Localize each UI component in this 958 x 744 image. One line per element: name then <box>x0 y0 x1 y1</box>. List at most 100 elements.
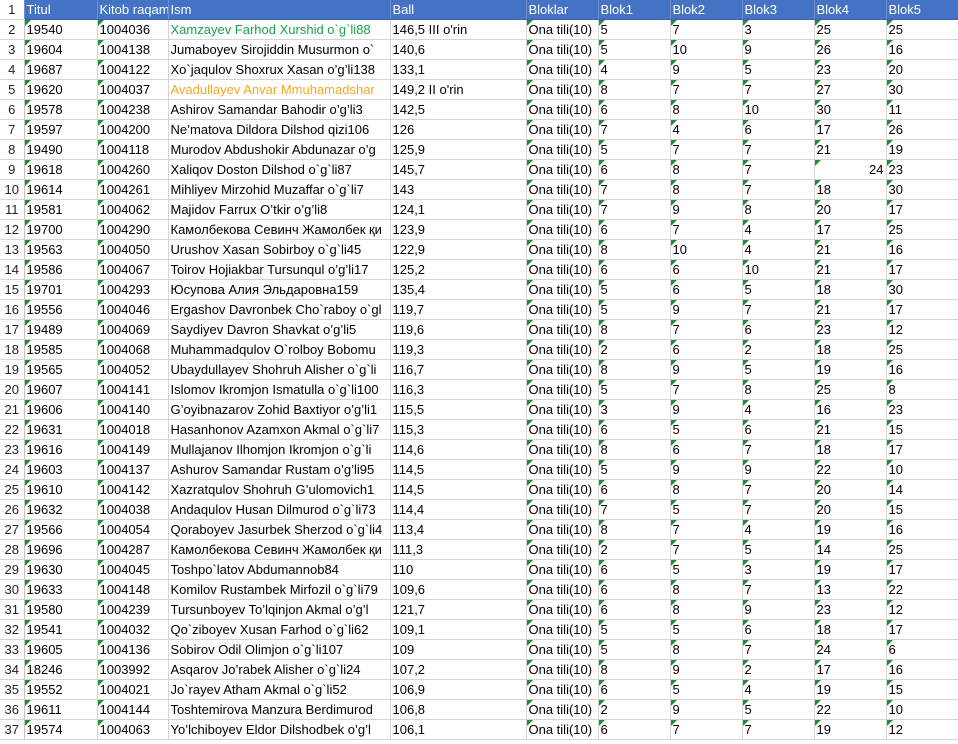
cell-blok1[interactable]: 7 <box>598 199 671 220</box>
cell-titul[interactable]: 19604 <box>24 39 98 60</box>
cell-ism[interactable]: Yo’lchiboyev Eldor Dilshodbek o’g’l <box>168 719 391 740</box>
cell-bloklar[interactable]: Ona tili(10) <box>526 539 599 560</box>
cell-blok1[interactable]: 7 <box>598 119 671 140</box>
cell-blok5[interactable]: 16 <box>886 519 958 540</box>
cell-blok5[interactable]: 22 <box>886 579 958 600</box>
cell-titul[interactable]: 19632 <box>24 499 98 520</box>
cell-bloklar[interactable]: Ona tili(10) <box>526 59 599 80</box>
row-number[interactable]: 24 <box>0 459 25 480</box>
cell-ball[interactable]: 146,5 III o'rin <box>390 19 527 40</box>
cell-ball[interactable]: 114,5 <box>390 479 527 500</box>
cell-bloklar[interactable]: Ona tili(10) <box>526 419 599 440</box>
cell-ism[interactable]: Ubaydullayev Shohruh Alisher o`g`li <box>168 359 391 380</box>
cell-blok2[interactable]: 7 <box>670 19 743 40</box>
cell-blok2[interactable]: 9 <box>670 399 743 420</box>
cell-blok5[interactable]: 17 <box>886 259 958 280</box>
cell-blok5[interactable]: 17 <box>886 199 958 220</box>
cell-ism[interactable]: Jumaboyev Sirojiddin Musurmon o` <box>168 39 391 60</box>
cell-blok3[interactable]: 7 <box>742 479 815 500</box>
cell-blok2[interactable]: 9 <box>670 699 743 720</box>
cell-titul[interactable]: 19578 <box>24 99 98 120</box>
cell-ball[interactable]: 106,1 <box>390 719 527 740</box>
cell-blok4[interactable]: 23 <box>814 59 887 80</box>
cell-blok1[interactable]: 2 <box>598 339 671 360</box>
cell-blok1[interactable]: 6 <box>598 219 671 240</box>
cell-blok5[interactable]: 17 <box>886 439 958 460</box>
cell-ism[interactable]: Komilov Rustambek Mirfozil o`g`li79 <box>168 579 391 600</box>
cell-blok3[interactable]: 7 <box>742 79 815 100</box>
cell-ism[interactable]: Qo`ziboyev Xusan Farhod o`g`li62 <box>168 619 391 640</box>
row-number[interactable]: 19 <box>0 359 25 380</box>
col-header-blok2[interactable]: Blok2 <box>670 0 743 20</box>
cell-kitob-raqam[interactable]: 1004063 <box>97 719 169 740</box>
cell-blok1[interactable]: 5 <box>598 279 671 300</box>
cell-kitob-raqam[interactable]: 1004038 <box>97 499 169 520</box>
cell-titul[interactable]: 19489 <box>24 319 98 340</box>
cell-blok2[interactable]: 8 <box>670 99 743 120</box>
cell-kitob-raqam[interactable]: 1004052 <box>97 359 169 380</box>
cell-ball[interactable]: 142,5 <box>390 99 527 120</box>
cell-titul[interactable]: 19616 <box>24 439 98 460</box>
cell-bloklar[interactable]: Ona tili(10) <box>526 279 599 300</box>
cell-bloklar[interactable]: Ona tili(10) <box>526 659 599 680</box>
row-number[interactable]: 4 <box>0 59 25 80</box>
cell-kitob-raqam[interactable]: 1004260 <box>97 159 169 180</box>
cell-bloklar[interactable]: Ona tili(10) <box>526 559 599 580</box>
cell-blok1[interactable]: 7 <box>598 179 671 200</box>
col-header-ball[interactable]: Ball <box>390 0 527 20</box>
cell-kitob-raqam[interactable]: 1004141 <box>97 379 169 400</box>
cell-ism[interactable]: Ashurov Samandar Rustam o’g’li95 <box>168 459 391 480</box>
cell-blok2[interactable]: 7 <box>670 219 743 240</box>
cell-kitob-raqam[interactable]: 1004067 <box>97 259 169 280</box>
cell-bloklar[interactable]: Ona tili(10) <box>526 499 599 520</box>
cell-blok5[interactable]: 30 <box>886 79 958 100</box>
cell-blok3[interactable]: 2 <box>742 339 815 360</box>
cell-bloklar[interactable]: Ona tili(10) <box>526 699 599 720</box>
cell-blok4[interactable]: 20 <box>814 499 887 520</box>
cell-blok5[interactable]: 14 <box>886 479 958 500</box>
cell-titul[interactable]: 19585 <box>24 339 98 360</box>
cell-bloklar[interactable]: Ona tili(10) <box>526 339 599 360</box>
cell-ism[interactable]: Qoraboyev Jasurbek Sherzod o`g`li4 <box>168 519 391 540</box>
row-number[interactable]: 23 <box>0 439 25 460</box>
row-number[interactable]: 25 <box>0 479 25 500</box>
row-number[interactable]: 17 <box>0 319 25 340</box>
cell-kitob-raqam[interactable]: 1004290 <box>97 219 169 240</box>
row-number[interactable]: 37 <box>0 719 25 740</box>
cell-ball[interactable]: 115,3 <box>390 419 527 440</box>
cell-ism[interactable]: Юсупова Алия Эльдаровна159 <box>168 279 391 300</box>
cell-blok5[interactable]: 19 <box>886 139 958 160</box>
cell-blok1[interactable]: 6 <box>598 599 671 620</box>
cell-titul[interactable]: 19700 <box>24 219 98 240</box>
cell-blok1[interactable]: 8 <box>598 439 671 460</box>
cell-ball[interactable]: 125,2 <box>390 259 527 280</box>
col-header-bloklar[interactable]: Bloklar <box>526 0 599 20</box>
cell-titul[interactable]: 19696 <box>24 539 98 560</box>
cell-blok5[interactable]: 16 <box>886 39 958 60</box>
cell-titul[interactable]: 19552 <box>24 679 98 700</box>
cell-blok4[interactable]: 23 <box>814 319 887 340</box>
cell-ball[interactable]: 116,3 <box>390 379 527 400</box>
cell-blok3[interactable]: 9 <box>742 599 815 620</box>
cell-blok3[interactable]: 7 <box>742 139 815 160</box>
cell-ball[interactable]: 121,7 <box>390 599 527 620</box>
cell-blok2[interactable]: 6 <box>670 259 743 280</box>
cell-blok4[interactable]: 26 <box>814 39 887 60</box>
row-number[interactable]: 33 <box>0 639 25 660</box>
cell-titul[interactable]: 19597 <box>24 119 98 140</box>
cell-bloklar[interactable]: Ona tili(10) <box>526 99 599 120</box>
cell-blok5[interactable]: 15 <box>886 499 958 520</box>
cell-blok4[interactable]: 19 <box>814 719 887 740</box>
cell-blok5[interactable]: 26 <box>886 119 958 140</box>
cell-blok5[interactable]: 25 <box>886 539 958 560</box>
cell-kitob-raqam[interactable]: 1004045 <box>97 559 169 580</box>
row-number[interactable]: 6 <box>0 99 25 120</box>
cell-blok3[interactable]: 5 <box>742 279 815 300</box>
cell-ball[interactable]: 111,3 <box>390 539 527 560</box>
cell-blok1[interactable]: 8 <box>598 79 671 100</box>
cell-blok1[interactable]: 8 <box>598 239 671 260</box>
cell-blok2[interactable]: 6 <box>670 439 743 460</box>
row-number[interactable]: 32 <box>0 619 25 640</box>
cell-ism[interactable]: Xamzayev Farhod Xurshid o`g`li88 <box>168 19 391 40</box>
cell-blok2[interactable]: 9 <box>670 659 743 680</box>
